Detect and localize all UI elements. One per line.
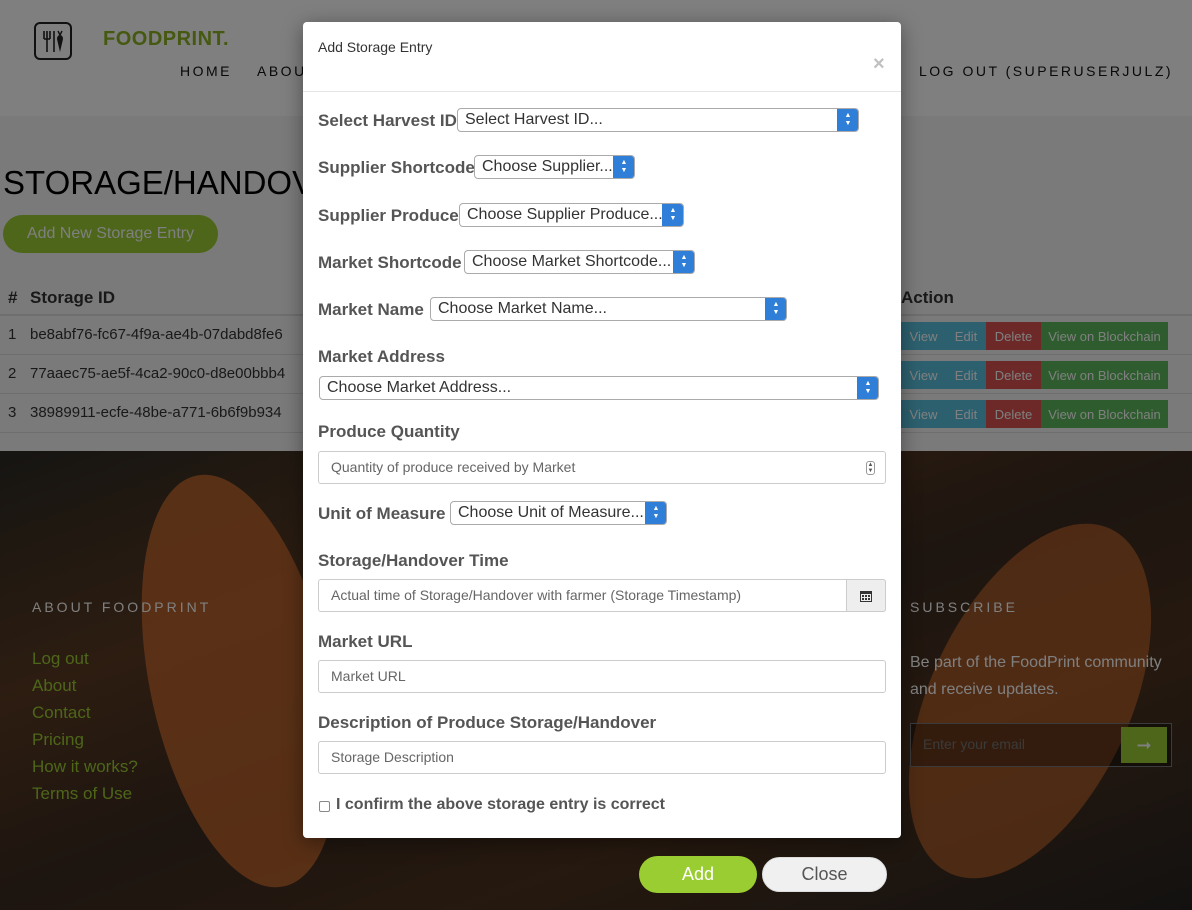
harvest-id-label: Select Harvest ID: [318, 111, 457, 130]
select-arrows-icon: ▲ ▼: [837, 109, 858, 131]
confirm-checkbox[interactable]: [319, 801, 330, 812]
select-arrows-icon: ▲ ▼: [857, 377, 878, 399]
storage-time-label: Storage/Handover Time: [318, 551, 509, 570]
market-shortcode-value: Choose Market Shortcode...: [472, 253, 672, 270]
market-address-label: Market Address: [318, 347, 445, 366]
supplier-shortcode-value: Choose Supplier...: [482, 158, 613, 175]
add-storage-entry-modal: Add Storage Entry × Select Harvest ID Se…: [303, 22, 901, 838]
market-name-value: Choose Market Name...: [438, 300, 607, 317]
supplier-produce-select[interactable]: Choose Supplier Produce... ▲ ▼: [459, 203, 684, 227]
produce-quantity-placeholder: Quantity of produce received by Market: [331, 459, 576, 475]
description-placeholder: Storage Description: [331, 749, 454, 765]
select-arrows-icon: ▲ ▼: [662, 204, 683, 226]
unit-of-measure-label: Unit of Measure: [318, 504, 446, 523]
modal-header-divider: [303, 91, 901, 92]
description-input[interactable]: Storage Description: [318, 741, 886, 774]
select-arrows-icon: ▲ ▼: [613, 156, 634, 178]
market-url-placeholder: Market URL: [331, 668, 406, 684]
supplier-produce-label: Supplier Produce: [318, 206, 459, 225]
number-spinner-icon[interactable]: ▲ ▼: [866, 461, 875, 475]
calendar-icon[interactable]: [846, 579, 886, 612]
supplier-shortcode-select[interactable]: Choose Supplier... ▲ ▼: [474, 155, 635, 179]
unit-of-measure-value: Choose Unit of Measure...: [458, 504, 644, 521]
market-address-select[interactable]: Choose Market Address... ▲ ▼: [319, 376, 879, 400]
confirm-label[interactable]: I confirm the above storage entry is cor…: [336, 796, 665, 814]
market-address-value: Choose Market Address...: [327, 379, 512, 396]
select-arrows-icon: ▲ ▼: [765, 298, 786, 320]
modal-title: Add Storage Entry: [318, 39, 433, 55]
supplier-produce-value: Choose Supplier Produce...: [467, 206, 663, 223]
close-button[interactable]: Close: [762, 857, 887, 892]
market-name-label: Market Name: [318, 300, 424, 319]
storage-time-input[interactable]: Actual time of Storage/Handover with far…: [318, 579, 886, 612]
storage-time-placeholder: Actual time of Storage/Handover with far…: [331, 587, 742, 603]
description-label: Description of Produce Storage/Handover: [318, 713, 657, 732]
select-arrows-icon: ▲ ▼: [645, 502, 666, 524]
produce-quantity-label: Produce Quantity: [318, 422, 460, 441]
market-name-select[interactable]: Choose Market Name... ▲ ▼: [430, 297, 787, 321]
supplier-shortcode-label: Supplier Shortcode: [318, 158, 475, 177]
close-icon[interactable]: ×: [873, 54, 885, 74]
market-url-label: Market URL: [318, 632, 413, 651]
market-shortcode-select[interactable]: Choose Market Shortcode... ▲ ▼: [464, 250, 695, 274]
market-url-input[interactable]: Market URL: [318, 660, 886, 693]
market-shortcode-label: Market Shortcode: [318, 253, 462, 272]
harvest-id-value: Select Harvest ID...: [465, 111, 603, 128]
add-button[interactable]: Add: [639, 856, 757, 893]
harvest-id-select[interactable]: Select Harvest ID... ▲ ▼: [457, 108, 859, 132]
unit-of-measure-select[interactable]: Choose Unit of Measure... ▲ ▼: [450, 501, 667, 525]
select-arrows-icon: ▲ ▼: [673, 251, 694, 273]
produce-quantity-input[interactable]: Quantity of produce received by Market ▲…: [318, 451, 886, 484]
